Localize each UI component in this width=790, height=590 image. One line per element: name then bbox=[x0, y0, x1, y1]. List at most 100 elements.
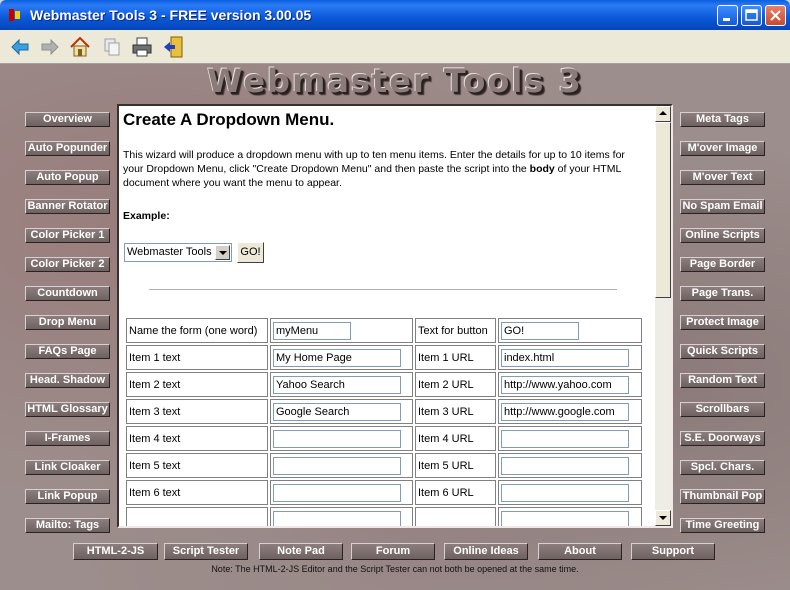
nav-se-doorways[interactable]: S.E. Doorways bbox=[680, 431, 765, 446]
nav-countdown[interactable]: Countdown bbox=[25, 286, 110, 301]
nav-i-frames[interactable]: I-Frames bbox=[25, 431, 110, 446]
nav-support[interactable]: Support bbox=[631, 543, 715, 560]
item-7-text-label bbox=[126, 507, 268, 526]
toolbar bbox=[0, 30, 790, 64]
nav-online-scripts[interactable]: Online Scripts bbox=[680, 228, 765, 243]
item-3-url-cell: http://www.google.com bbox=[498, 399, 642, 424]
scrollbar-thumb[interactable] bbox=[655, 122, 671, 298]
item-5-text-cell bbox=[270, 453, 413, 478]
close-icon bbox=[770, 10, 781, 21]
item-7-url-label bbox=[415, 507, 496, 526]
item-6-text-field[interactable] bbox=[273, 483, 401, 502]
minimize-icon bbox=[723, 18, 730, 21]
nav-about[interactable]: About bbox=[538, 543, 622, 560]
nav-quick-scripts[interactable]: Quick Scripts bbox=[680, 344, 765, 359]
nav-auto-popunder[interactable]: Auto Popunder bbox=[25, 141, 110, 156]
copy-icon[interactable] bbox=[100, 35, 124, 59]
app-icon bbox=[9, 9, 20, 21]
close-button[interactable] bbox=[765, 5, 786, 26]
minimize-button[interactable] bbox=[717, 5, 738, 26]
nav-color-picker-2[interactable]: Color Picker 2 bbox=[25, 257, 110, 272]
description-bold-word: body bbox=[529, 163, 555, 175]
item-3-url-field[interactable]: http://www.google.com bbox=[501, 402, 629, 421]
page-title: Create A Dropdown Menu. bbox=[123, 110, 335, 129]
form-name-field[interactable]: myMenu bbox=[273, 321, 351, 340]
nav-script-tester[interactable]: Script Tester bbox=[164, 543, 248, 560]
nav-forum[interactable]: Forum bbox=[351, 543, 435, 560]
button-text-cell: GO! bbox=[498, 318, 642, 343]
nav-color-picker-1[interactable]: Color Picker 1 bbox=[25, 228, 110, 243]
item-2-text-cell: Yahoo Search bbox=[270, 372, 413, 397]
forward-arrow-icon[interactable] bbox=[38, 35, 62, 59]
nav-overview[interactable]: Overview bbox=[25, 112, 110, 127]
table-row: Item 3 text Google Search Item 3 URL htt… bbox=[126, 399, 642, 424]
item-1-text-field[interactable]: My Home Page bbox=[273, 348, 401, 367]
nav-link-popup[interactable]: Link Popup bbox=[25, 489, 110, 504]
nav-page-trans[interactable]: Page Trans. bbox=[680, 286, 765, 301]
nav-protect-image[interactable]: Protect Image bbox=[680, 315, 765, 330]
item-4-text-field[interactable] bbox=[273, 429, 401, 448]
nav-note-pad[interactable]: Note Pad bbox=[259, 543, 343, 560]
vertical-scrollbar[interactable] bbox=[655, 106, 671, 526]
table-row bbox=[126, 507, 642, 526]
nav-drop-menu[interactable]: Drop Menu bbox=[25, 315, 110, 330]
nav-html-2-js[interactable]: HTML-2-JS bbox=[73, 543, 158, 560]
item-2-url-cell: http://www.yahoo.com bbox=[498, 372, 642, 397]
item-1-url-cell: index.html bbox=[498, 345, 642, 370]
nav-auto-popup[interactable]: Auto Popup bbox=[25, 170, 110, 185]
item-1-url-field[interactable]: index.html bbox=[501, 348, 629, 367]
nav-head-shadow[interactable]: Head. Shadow bbox=[25, 373, 110, 388]
item-1-url-label: Item 1 URL bbox=[415, 345, 496, 370]
nav-html-glossary[interactable]: HTML Glossary bbox=[25, 402, 110, 417]
item-2-text-field[interactable]: Yahoo Search bbox=[273, 375, 401, 394]
nav-mover-image[interactable]: M'over Image bbox=[680, 141, 765, 156]
button-text-field[interactable]: GO! bbox=[501, 321, 579, 340]
nav-online-ideas[interactable]: Online Ideas bbox=[444, 543, 528, 560]
content-panel: Create A Dropdown Menu. This wizard will… bbox=[117, 104, 673, 528]
item-3-text-label: Item 3 text bbox=[126, 399, 268, 424]
item-4-text-cell bbox=[270, 426, 413, 451]
item-2-url-label: Item 2 URL bbox=[415, 372, 496, 397]
nav-scrollbars[interactable]: Scrollbars bbox=[680, 402, 765, 417]
scroll-down-arrow-icon[interactable] bbox=[655, 510, 671, 526]
item-7-text-field[interactable] bbox=[273, 510, 401, 526]
print-icon[interactable] bbox=[130, 35, 154, 59]
nav-spcl-chars[interactable]: Spcl. Chars. bbox=[680, 460, 765, 475]
example-dropdown-value: Webmaster Tools bbox=[127, 246, 212, 258]
item-4-url-field[interactable] bbox=[501, 429, 629, 448]
nav-mailto-tags[interactable]: Mailto: Tags bbox=[25, 518, 110, 533]
main-area: Webmaster Tools 3 Overview Auto Popunder… bbox=[0, 64, 790, 590]
nav-page-border[interactable]: Page Border bbox=[680, 257, 765, 272]
item-6-url-field[interactable] bbox=[501, 483, 629, 502]
example-label: Example: bbox=[123, 210, 170, 222]
nav-faqs-page[interactable]: FAQs Page bbox=[25, 344, 110, 359]
example-dropdown[interactable]: Webmaster Tools bbox=[124, 243, 232, 262]
description-text: This wizard will produce a dropdown menu… bbox=[123, 148, 643, 190]
chevron-down-icon[interactable] bbox=[215, 245, 230, 260]
back-arrow-icon[interactable] bbox=[8, 35, 32, 59]
item-7-url-field[interactable] bbox=[501, 510, 629, 526]
item-2-url-field[interactable]: http://www.yahoo.com bbox=[501, 375, 629, 394]
nav-thumbnail-pop[interactable]: Thumbnail Pop bbox=[680, 489, 765, 504]
divider bbox=[149, 289, 617, 291]
maximize-icon bbox=[745, 9, 758, 21]
nav-mover-text[interactable]: M'over Text bbox=[680, 170, 765, 185]
content-scroll-area: Create A Dropdown Menu. This wizard will… bbox=[119, 106, 655, 526]
button-text-label: Text for button bbox=[415, 318, 496, 343]
nav-banner-rotator[interactable]: Banner Rotator bbox=[25, 199, 110, 214]
item-3-text-field[interactable]: Google Search bbox=[273, 402, 401, 421]
nav-meta-tags[interactable]: Meta Tags bbox=[680, 112, 765, 127]
example-go-button[interactable]: GO! bbox=[237, 242, 264, 263]
nav-link-cloaker[interactable]: Link Cloaker bbox=[25, 460, 110, 475]
nav-time-greeting[interactable]: Time Greeting bbox=[680, 518, 765, 533]
nav-random-text[interactable]: Random Text bbox=[680, 373, 765, 388]
maximize-button[interactable] bbox=[741, 5, 762, 26]
exit-door-icon[interactable] bbox=[162, 35, 186, 59]
form-name-cell: myMenu bbox=[270, 318, 413, 343]
item-5-url-field[interactable] bbox=[501, 456, 629, 475]
item-5-text-field[interactable] bbox=[273, 456, 401, 475]
scroll-up-arrow-icon[interactable] bbox=[655, 106, 671, 122]
home-icon[interactable] bbox=[68, 35, 92, 59]
nav-no-spam-email[interactable]: No Spam Email bbox=[680, 199, 765, 214]
item-6-text-cell bbox=[270, 480, 413, 505]
